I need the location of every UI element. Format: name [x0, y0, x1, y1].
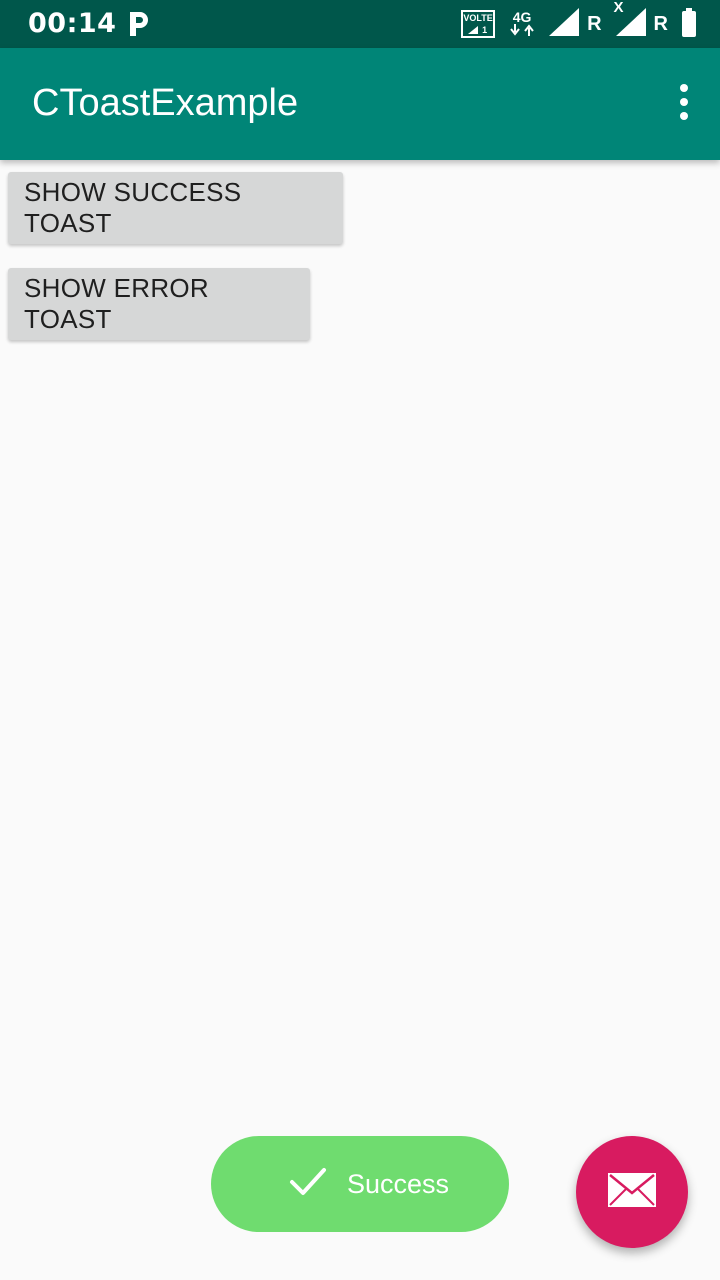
status-bar: 00:14 VOLTE 1 4G R X R: [0, 0, 720, 48]
app-bar: CToastExample: [0, 48, 720, 160]
app-title: CToastExample: [32, 82, 299, 124]
toast-message: Success: [347, 1168, 450, 1199]
network-type-label: 4G: [512, 9, 532, 25]
check-icon: [289, 1167, 327, 1202]
status-icons: VOLTE 1 4G R X R: [461, 0, 696, 41]
network-type-icon: 4G: [509, 10, 535, 38]
signal-no-service-icon: X: [614, 0, 646, 41]
success-toast: Success: [211, 1136, 509, 1232]
more-vert-icon[interactable]: [676, 84, 692, 124]
roaming-indicator-2: R: [653, 12, 668, 35]
sim-number: 1: [482, 25, 488, 35]
volte-icon: VOLTE 1: [461, 10, 496, 38]
volte-label: VOLTE: [463, 13, 493, 23]
battery-icon: [682, 8, 696, 37]
show-success-toast-button[interactable]: SHOW SUCCESS TOAST: [8, 172, 343, 244]
no-signal-mark: X: [613, 0, 624, 16]
show-error-toast-button[interactable]: SHOW ERROR TOAST: [8, 268, 310, 340]
mail-fab-button[interactable]: [576, 1136, 688, 1248]
parking-notification-icon: [124, 8, 152, 40]
mail-icon: [608, 1172, 656, 1212]
roaming-indicator-1: R: [587, 12, 602, 35]
signal-strength-icon: [549, 7, 580, 41]
data-arrows-icon: [510, 24, 534, 36]
status-time: 00:14: [28, 8, 117, 39]
screen: 00:14 VOLTE 1 4G R X R CToastExample SHO…: [0, 0, 720, 1280]
